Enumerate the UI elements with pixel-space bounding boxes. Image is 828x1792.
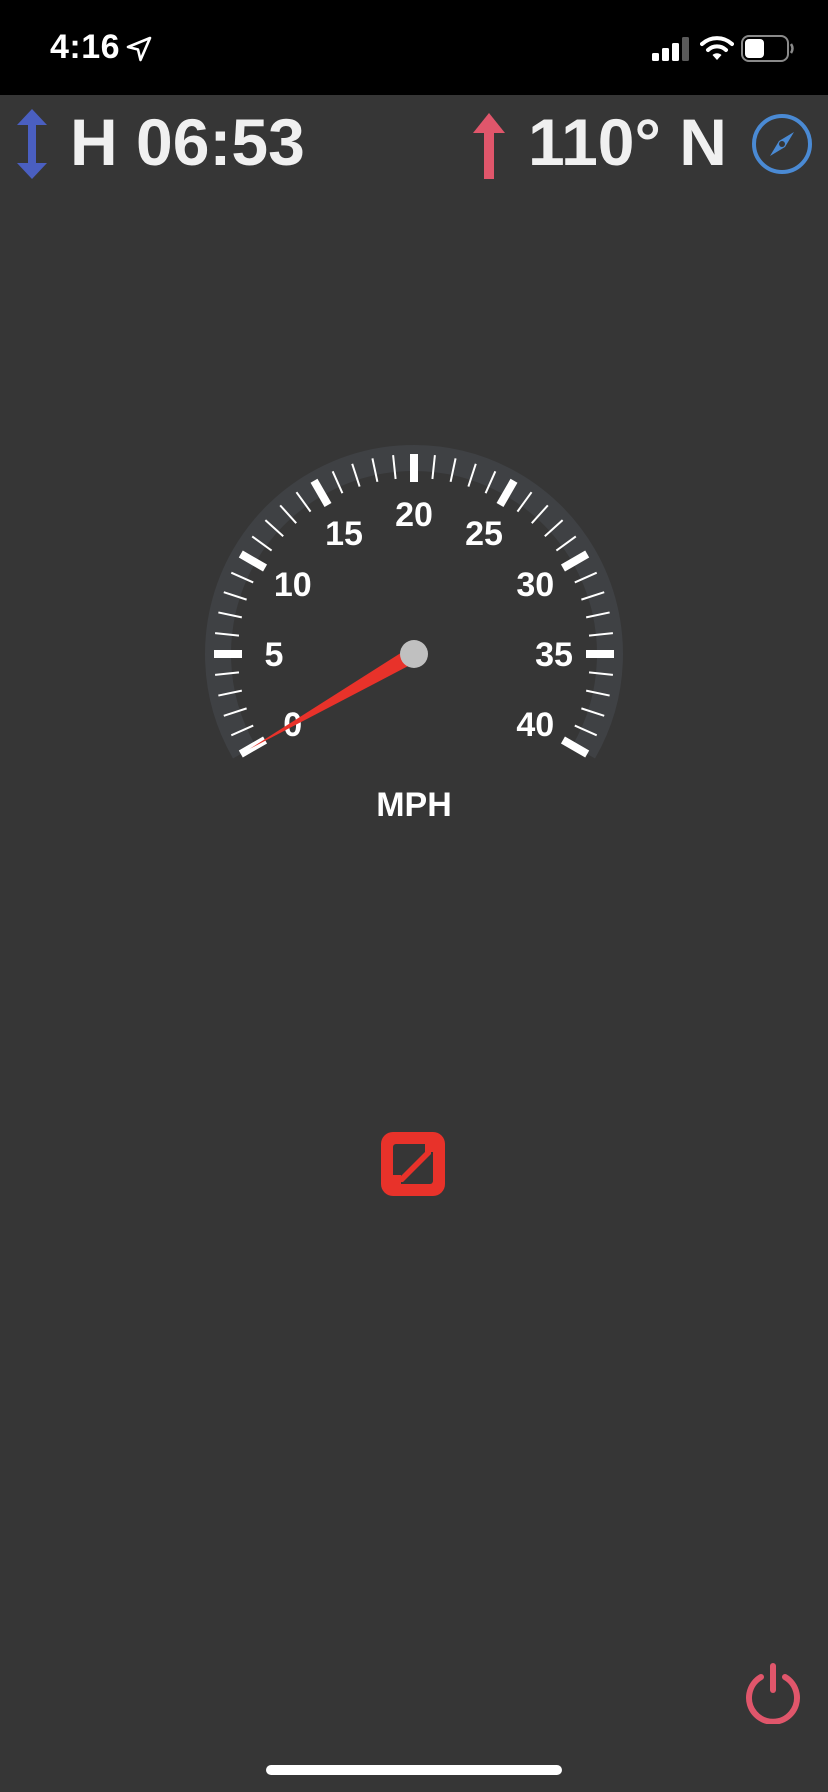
- needle-hub: [400, 640, 428, 668]
- status-time: 4:16: [50, 28, 121, 66]
- battery-icon: [741, 35, 794, 62]
- heading-time: H 06:53: [70, 105, 305, 179]
- power-button[interactable]: [742, 1662, 804, 1724]
- app-screen: 4:16 H 06:53 110° N 5 10 15 20 25 30 35 …: [0, 0, 828, 1792]
- speed-label: 5: [265, 636, 284, 674]
- navigation-info-row: H 06:53 110° N: [0, 95, 828, 195]
- cellular-signal-icon: [652, 37, 689, 61]
- wifi-icon: [700, 36, 734, 60]
- speed-unit-label: MPH: [376, 786, 452, 824]
- speedometer-dial: 0510152025303540: [205, 445, 623, 759]
- location-arrow-icon: [126, 36, 152, 62]
- status-bar: 4:16: [0, 0, 828, 95]
- speed-label: 15: [325, 515, 363, 553]
- speed-label: 25: [465, 515, 503, 553]
- speed-label: 40: [516, 706, 554, 744]
- compass-icon[interactable]: [750, 112, 814, 176]
- speed-label: 20: [395, 496, 433, 534]
- up-down-arrow-icon[interactable]: [16, 109, 48, 179]
- speed-label: 30: [516, 566, 554, 604]
- speedometer: 0510152025303540 MPH: [180, 420, 648, 840]
- stop-button[interactable]: [377, 1128, 449, 1200]
- speed-label: 10: [274, 566, 312, 604]
- bearing-readout: 110° N: [528, 105, 727, 179]
- home-indicator[interactable]: [266, 1765, 562, 1775]
- up-arrow-icon: [473, 113, 505, 179]
- speed-label: 35: [535, 636, 573, 674]
